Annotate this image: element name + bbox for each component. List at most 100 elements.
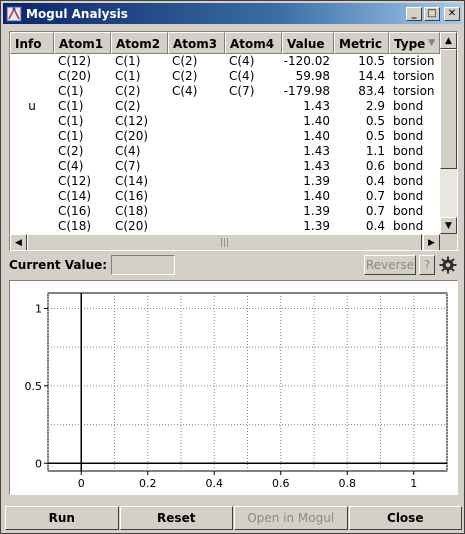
results-table: Info Atom1 Atom2 Atom3 Atom4 Value Metri…: [9, 31, 458, 251]
cell-metric: 0.4: [365, 174, 385, 188]
cell-info: [10, 114, 54, 129]
open-in-mogul-button[interactable]: Open in Mogul: [234, 506, 348, 530]
cell-atom4: [225, 204, 282, 219]
cell-info: [10, 129, 54, 144]
cell-metric: 0.6: [365, 159, 385, 173]
cell-metric: 1.1: [365, 144, 385, 158]
gear-icon: [439, 256, 457, 274]
column-header-info[interactable]: Info: [10, 32, 54, 54]
run-button[interactable]: Run: [5, 506, 119, 530]
cell-value: -120.02: [283, 54, 330, 68]
cell-metric: 10.5: [358, 54, 385, 68]
cell-atom4: [225, 99, 282, 114]
column-header-type[interactable]: Type ▼: [389, 32, 440, 54]
cell-atom1: C(14): [58, 189, 92, 203]
cell-atom2: C(18): [115, 204, 149, 218]
cell-info: [10, 159, 54, 174]
horizontal-scrollbar[interactable]: ◀ ||| ▶: [10, 234, 440, 250]
cell-metric: 0.7: [365, 204, 385, 218]
cell-atom2: C(20): [115, 219, 149, 233]
arrow-up-icon: ▲: [445, 35, 452, 46]
x-tick-label: 0.8: [339, 477, 357, 490]
cell-metric: 14.4: [358, 69, 385, 83]
settings-button[interactable]: [438, 255, 458, 275]
close-button[interactable]: Close: [348, 506, 462, 530]
cell-atom3: [168, 159, 225, 174]
x-tick-label: 0.6: [272, 477, 290, 490]
cell-info: [10, 69, 54, 84]
cell-value: 59.98: [295, 69, 330, 83]
cell-atom2: C(14): [115, 174, 149, 188]
cell-atom4: C(7): [229, 84, 255, 98]
cell-atom2: C(2): [115, 99, 141, 113]
table-row[interactable]: C(18) C(20) 1.39 0.4 bond: [10, 219, 440, 234]
horizontal-scroll-thumb[interactable]: |||: [27, 234, 422, 250]
table-row[interactable]: C(1) C(20) 1.40 0.5 bond: [10, 129, 440, 144]
table-row[interactable]: u C(1) C(2) 1.43 2.9 bond: [10, 99, 440, 114]
cell-value: 1.39: [303, 174, 330, 188]
cell-metric: 0.5: [365, 114, 385, 128]
cell-atom3: [168, 189, 225, 204]
vertical-scrollbar[interactable]: ▲ ▼: [440, 32, 457, 234]
cell-atom3: C(2): [172, 54, 198, 68]
help-button[interactable]: ?: [419, 255, 435, 275]
cell-value: 1.40: [303, 129, 330, 143]
current-value-field: [111, 255, 176, 275]
cell-metric: 83.4: [358, 84, 385, 98]
table-row[interactable]: C(2) C(4) 1.43 1.1 bond: [10, 144, 440, 159]
arrow-down-icon: ▼: [445, 220, 452, 231]
cell-atom1: C(20): [58, 69, 92, 83]
scroll-down-button[interactable]: ▼: [440, 217, 457, 234]
cell-info: [10, 144, 54, 159]
table-row[interactable]: C(1) C(2) C(4) C(7) -179.98 83.4 torsion: [10, 84, 440, 99]
table-row[interactable]: C(12) C(14) 1.39 0.4 bond: [10, 174, 440, 189]
reset-button[interactable]: Reset: [119, 506, 233, 530]
cell-type: torsion: [393, 69, 435, 83]
cell-atom2: C(1): [115, 54, 141, 68]
x-tick-label: 0.4: [206, 477, 224, 490]
grip-icon: |||: [219, 237, 230, 248]
minimize-button[interactable]: _: [406, 6, 422, 21]
table-body: C(12) C(1) C(2) C(4) -120.02 10.5 torsion C(20)…: [10, 54, 440, 234]
maximize-button[interactable]: □: [424, 6, 440, 21]
table-row[interactable]: C(14) C(16) 1.40 0.7 bond: [10, 189, 440, 204]
current-value-row: Current Value: Reverse ?: [9, 255, 458, 275]
cell-atom4: [225, 114, 282, 129]
cell-atom3: [168, 99, 225, 114]
reverse-button[interactable]: Reverse: [364, 255, 416, 275]
cell-type: torsion: [393, 84, 435, 98]
column-header-value[interactable]: Value: [282, 32, 334, 54]
column-header-atom3[interactable]: Atom3: [168, 32, 225, 54]
cell-atom3: [168, 144, 225, 159]
cell-atom4: [225, 219, 282, 234]
title-bar[interactable]: Mogul Analysis _ □ ✕: [3, 3, 462, 24]
cell-atom2: C(4): [115, 144, 141, 158]
scroll-right-button[interactable]: ▶: [423, 234, 440, 250]
column-header-atom4[interactable]: Atom4: [225, 32, 282, 54]
cell-value: 1.43: [303, 99, 330, 113]
scroll-up-button[interactable]: ▲: [440, 32, 457, 49]
cell-type: bond: [393, 204, 424, 218]
column-header-type-label: Type: [394, 37, 426, 51]
cell-atom1: C(1): [58, 114, 84, 128]
cell-atom4: [225, 159, 282, 174]
cell-type: bond: [393, 99, 424, 113]
scrollbar-corner: [440, 234, 457, 250]
table-row[interactable]: C(1) C(12) 1.40 0.5 bond: [10, 114, 440, 129]
table-row[interactable]: C(20) C(1) C(2) C(4) 59.98 14.4 torsion: [10, 69, 440, 84]
table-row[interactable]: C(16) C(18) 1.39 0.7 bond: [10, 204, 440, 219]
x-tick-label: 0.2: [139, 477, 157, 490]
column-header-atom1[interactable]: Atom1: [54, 32, 111, 54]
vertical-scroll-thumb[interactable]: [440, 49, 457, 169]
table-row[interactable]: C(4) C(7) 1.43 0.6 bond: [10, 159, 440, 174]
cell-type: bond: [393, 144, 424, 158]
cell-type: bond: [393, 219, 424, 233]
table-row[interactable]: C(12) C(1) C(2) C(4) -120.02 10.5 torsion: [10, 54, 440, 69]
column-header-metric[interactable]: Metric: [334, 32, 389, 54]
cell-info: [10, 204, 54, 219]
scroll-left-button[interactable]: ◀: [10, 234, 27, 250]
close-window-button[interactable]: ✕: [444, 6, 460, 21]
cell-atom3: [168, 129, 225, 144]
cell-atom3: [168, 204, 225, 219]
column-header-atom2[interactable]: Atom2: [111, 32, 168, 54]
